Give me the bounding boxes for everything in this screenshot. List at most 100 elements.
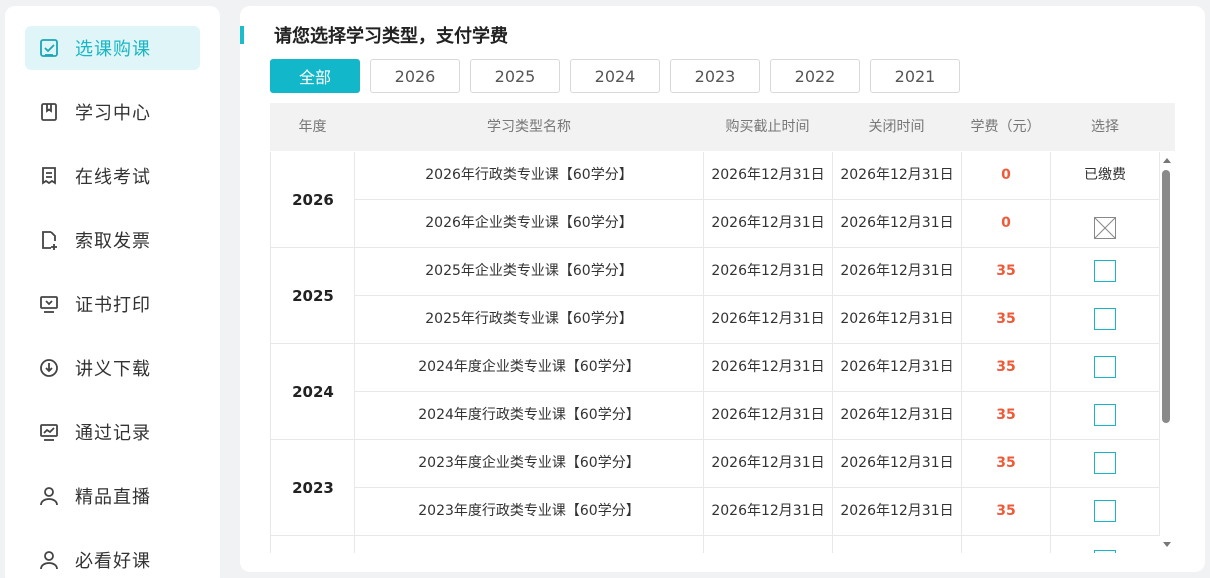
cell-close: 2026年12月31日 bbox=[832, 248, 961, 295]
table-body[interactable]: 2026 2026年行政类专业课【60学分】 2026年12月31日 2026年12月… bbox=[270, 152, 1160, 553]
certificate-icon bbox=[37, 292, 61, 316]
tab-2025[interactable]: 2025 bbox=[470, 59, 560, 93]
table-row-partial bbox=[270, 536, 1160, 553]
cell-deadline: 2026年12月31日 bbox=[703, 200, 832, 247]
download-icon bbox=[37, 356, 61, 380]
cell-divider bbox=[354, 536, 355, 553]
select-checkbox[interactable] bbox=[1094, 356, 1116, 378]
cell-divider bbox=[1050, 536, 1051, 553]
cell-divider bbox=[961, 536, 962, 553]
cell-fee: 35 bbox=[961, 248, 1050, 295]
table-header: 年度 学习类型名称 购买截止时间 关闭时间 学费（元） 选择 bbox=[270, 103, 1175, 151]
scroll-down-icon[interactable] bbox=[1163, 542, 1171, 547]
cell-select[interactable] bbox=[1050, 296, 1160, 343]
column-header: 学习类型名称 bbox=[487, 119, 571, 135]
table-row: 2025年行政类专业课【60学分】 2026年12月31日 2026年12月31日 3… bbox=[354, 296, 1160, 344]
cell-name: 2026年行政类专业课【60学分】 bbox=[354, 152, 703, 199]
sidebar-item-8[interactable]: 必看好课 bbox=[25, 538, 200, 578]
cell-divider bbox=[703, 536, 704, 553]
cell-select[interactable] bbox=[1050, 248, 1160, 295]
table-scrollbar[interactable] bbox=[1160, 152, 1175, 553]
sidebar-item-3[interactable]: 索取发票 bbox=[25, 218, 200, 262]
select-checkbox[interactable] bbox=[1094, 452, 1116, 474]
sidebar-item-label: 学习中心 bbox=[75, 103, 151, 124]
cell-name: 2024年度企业类专业课【60学分】 bbox=[354, 344, 703, 391]
disabled-checkbox-icon bbox=[1094, 212, 1116, 239]
book-icon bbox=[37, 100, 61, 124]
sidebar-item-0[interactable]: 选课购课 bbox=[25, 26, 200, 70]
select-checkbox[interactable] bbox=[1094, 500, 1116, 522]
sidebar-item-label: 证书打印 bbox=[75, 295, 151, 316]
page-title: 请您选择学习类型，支付学费 bbox=[274, 26, 508, 47]
exam-icon bbox=[37, 164, 61, 188]
column-header: 关闭时间 bbox=[868, 119, 925, 135]
sidebar-item-6[interactable]: 通过记录 bbox=[25, 410, 200, 454]
tab-all[interactable]: 全部 bbox=[270, 59, 360, 93]
cell-close: 2026年12月31日 bbox=[832, 440, 961, 487]
invoice-add-icon bbox=[37, 228, 61, 252]
user-course-icon bbox=[37, 548, 61, 572]
cell-name: 2025年行政类专业课【60学分】 bbox=[354, 296, 703, 343]
scroll-up-icon[interactable] bbox=[1163, 158, 1171, 163]
tab-2021[interactable]: 2021 bbox=[870, 59, 960, 93]
table-row: 2023年度企业类专业课【60学分】 2026年12月31日 2026年12月31日… bbox=[354, 440, 1160, 488]
cell-name: 2023年度企业类专业课【60学分】 bbox=[354, 440, 703, 487]
cell-fee: 35 bbox=[961, 344, 1050, 391]
sidebar-item-label: 索取发票 bbox=[75, 231, 151, 252]
sidebar-item-7[interactable]: 精品直播 bbox=[25, 474, 200, 518]
scroll-thumb[interactable] bbox=[1162, 170, 1170, 423]
tab-2024[interactable]: 2024 bbox=[570, 59, 660, 93]
table-row: 2025年企业类专业课【60学分】 2026年12月31日 2026年12月31日 3… bbox=[354, 248, 1160, 296]
select-checkbox[interactable] bbox=[1094, 260, 1116, 282]
cell-select: 已缴费 bbox=[1050, 152, 1160, 199]
select-checkbox[interactable] bbox=[1094, 308, 1116, 330]
cell-divider bbox=[270, 536, 271, 553]
table-row: 2026年行政类专业课【60学分】 2026年12月31日 2026年12月31日 0… bbox=[354, 152, 1160, 200]
chart-record-icon bbox=[37, 420, 61, 444]
sidebar-item-1[interactable]: 学习中心 bbox=[25, 90, 200, 134]
cell-close: 2026年12月31日 bbox=[832, 488, 961, 535]
cell-select[interactable] bbox=[1050, 488, 1160, 535]
cell-select[interactable] bbox=[1050, 440, 1160, 487]
table-row: 2024年度行政类专业课【60学分】 2026年12月31日 2026年12月31日… bbox=[354, 392, 1160, 440]
cell-fee: 35 bbox=[961, 488, 1050, 535]
table-row: 2024年度企业类专业课【60学分】 2026年12月31日 2026年12月31日… bbox=[354, 344, 1160, 392]
cell-close: 2026年12月31日 bbox=[832, 152, 961, 199]
sidebar-item-label: 必看好课 bbox=[75, 551, 151, 572]
column-header: 年度 bbox=[298, 119, 327, 135]
course-table: 年度 学习类型名称 购买截止时间 关闭时间 学费（元） 选择 2026 2026年行政类专业… bbox=[270, 103, 1175, 553]
select-checkbox[interactable] bbox=[1094, 550, 1116, 553]
cell-select bbox=[1050, 200, 1160, 247]
year-cell: 2023 bbox=[270, 440, 355, 536]
tab-2022[interactable]: 2022 bbox=[770, 59, 860, 93]
sidebar: 选课购课学习中心在线考试索取发票证书打印讲义下载通过记录精品直播必看好课 bbox=[5, 6, 220, 578]
cell-deadline: 2026年12月31日 bbox=[703, 344, 832, 391]
cell-select[interactable] bbox=[1050, 344, 1160, 391]
tab-2026[interactable]: 2026 bbox=[370, 59, 460, 93]
year-cell: 2025 bbox=[270, 248, 355, 344]
cell-deadline: 2026年12月31日 bbox=[703, 392, 832, 439]
table-row: 2023年度行政类专业课【60学分】 2026年12月31日 2026年12月31日… bbox=[354, 488, 1160, 536]
cell-select[interactable] bbox=[1050, 392, 1160, 439]
cart-check-icon bbox=[37, 36, 61, 60]
user-live-icon bbox=[37, 484, 61, 508]
sidebar-item-2[interactable]: 在线考试 bbox=[25, 154, 200, 198]
cell-fee: 35 bbox=[961, 392, 1050, 439]
main-panel: 请您选择学习类型，支付学费 全部 2026 2025 2024 2023 2022 2021… bbox=[240, 6, 1205, 572]
sidebar-item-4[interactable]: 证书打印 bbox=[25, 282, 200, 326]
sidebar-item-5[interactable]: 讲义下载 bbox=[25, 346, 200, 390]
cell-deadline: 2026年12月31日 bbox=[703, 488, 832, 535]
sidebar-item-label: 通过记录 bbox=[75, 423, 151, 444]
tab-2023[interactable]: 2023 bbox=[670, 59, 760, 93]
year-cell: 2024 bbox=[270, 344, 355, 440]
cell-close: 2026年12月31日 bbox=[832, 392, 961, 439]
cell-name: 2023年度行政类专业课【60学分】 bbox=[354, 488, 703, 535]
sidebar-item-label: 在线考试 bbox=[75, 167, 151, 188]
cell-deadline: 2026年12月31日 bbox=[703, 296, 832, 343]
sidebar-item-label: 讲义下载 bbox=[75, 359, 151, 380]
column-header: 购买截止时间 bbox=[725, 119, 810, 135]
cell-name: 2026年企业类专业课【60学分】 bbox=[354, 200, 703, 247]
cell-close: 2026年12月31日 bbox=[832, 296, 961, 343]
cell-fee: 0 bbox=[961, 152, 1050, 199]
select-checkbox[interactable] bbox=[1094, 404, 1116, 426]
